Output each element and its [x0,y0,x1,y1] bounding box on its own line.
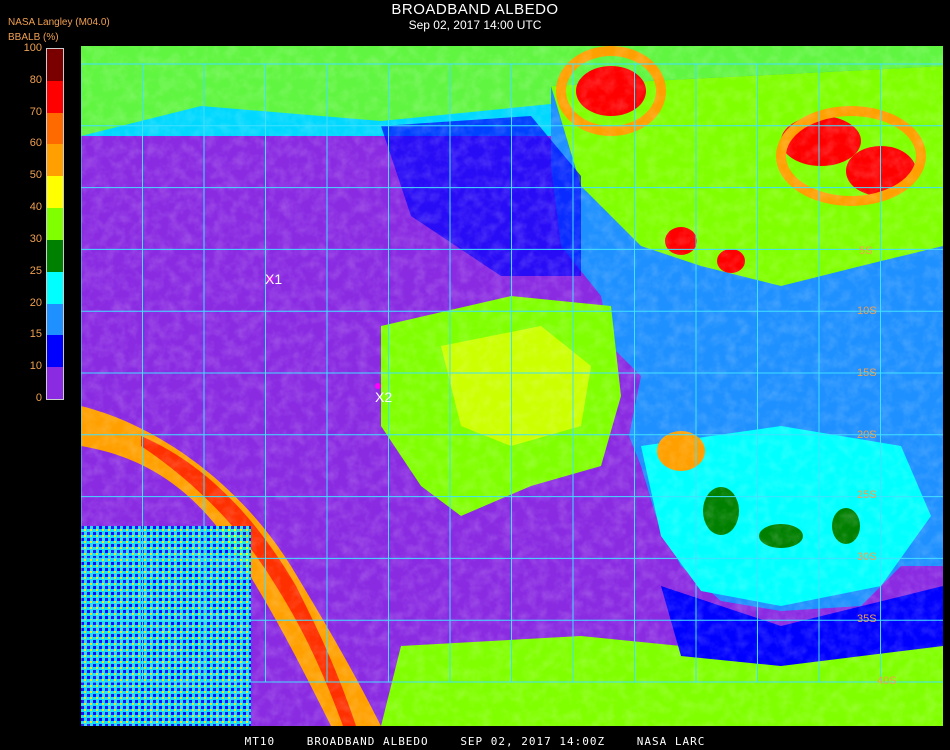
colorbar-tick-label: 70 [29,105,42,118]
albedo-map: 5S 10S 15S 20S 25S 30S 35S 40S X1 X2 [81,46,943,726]
lat-label-15s: 15S [857,367,877,379]
lat-label-35s: 35S [857,613,877,625]
map-title: BROADBAND ALBEDO [391,1,559,18]
footer-org: NASA LARC [636,735,706,748]
colorbar-segment [47,239,63,272]
lat-label-30s: 30S [857,551,877,563]
footer-name: BROADBAND ALBEDO [306,735,429,748]
colorbar-tick-label: 15 [29,328,42,341]
colorbar-segment [47,303,63,336]
colorbar-segment [47,144,63,177]
colorbar-tick-label: 20 [29,296,42,309]
lat-label-40s: 40S [877,675,897,687]
colorbar [46,48,64,400]
colorbar-segment [47,335,63,368]
colorbar-segment [47,271,63,304]
colorbar-tick-label: 100 [23,42,42,54]
colorbar-tick-label: 25 [29,264,42,277]
colorbar-tick-label: 10 [29,360,42,373]
colorbar-segment [47,176,63,209]
colorbar-tick-label: 40 [29,201,42,214]
lat-label-25s: 25S [857,489,877,501]
source-label: NASA Langley (M04.0) [8,17,110,28]
footer-product: MT10 [244,735,276,748]
lat-label-20s: 20S [857,429,877,441]
colorbar-segment [47,367,63,399]
colorbar-tick-label: 50 [29,169,42,182]
footer-bar: MT10 BROADBAND ALBEDO SEP 02, 2017 14:00… [0,735,950,748]
colorbar-segment [47,208,63,240]
marker-x1: X1 [265,271,282,287]
lat-label-10s: 10S [857,305,877,317]
colorbar-tick-label: 30 [29,232,42,245]
colorbar-tick-label: 80 [29,73,42,86]
colorbar-tick-label: 60 [29,137,42,150]
marker-x1-label: X1 [265,271,282,287]
footer-date: SEP 02, 2017 14:00Z [460,735,606,748]
lat-label-5s: 5S [859,245,872,257]
marker-x2-label: X2 [375,389,392,405]
map-subtitle: Sep 02, 2017 14:00 UTC [408,18,542,32]
colorbar-segment [47,112,63,145]
colorbar-segment [47,80,63,113]
colorbar-tick-label: 0 [35,392,42,404]
colorbar-segment [47,49,63,81]
